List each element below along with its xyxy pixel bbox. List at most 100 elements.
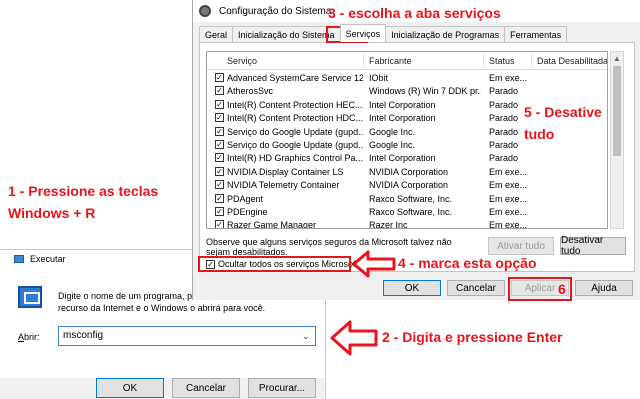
- service-name: Razer Game Manager: [227, 220, 317, 229]
- highlight-apply-button: [508, 277, 572, 301]
- service-status: Em exe...: [489, 193, 528, 204]
- service-name: NVIDIA Display Container LS: [227, 166, 344, 177]
- open-label: Abrir:: [18, 332, 40, 342]
- service-name: AtherosSvc: [227, 86, 274, 97]
- annotation-step4: 4 - marca esta opção: [398, 255, 537, 271]
- service-checkbox[interactable]: ✓: [215, 166, 224, 176]
- run-title: Executar: [30, 254, 66, 264]
- open-input[interactable]: msconfig: [58, 326, 316, 346]
- annotation-step2: 2 - Digita e pressione Enter: [382, 329, 563, 345]
- service-maker: Razer Inc: [369, 220, 408, 229]
- config-cancel-button[interactable]: Cancelar: [447, 280, 505, 296]
- column-header-maker[interactable]: Fabricante: [369, 56, 412, 66]
- service-maker: NVIDIA Corporation: [369, 166, 449, 177]
- service-name: Serviço do Google Update (gupd...: [227, 126, 363, 137]
- service-checkbox[interactable]: ✓: [215, 126, 224, 136]
- config-tabs: Geral Inicialização do Sistema Serviços …: [199, 24, 568, 42]
- chevron-down-icon[interactable]: ⌄: [302, 331, 310, 342]
- highlight-hide-microsoft: [198, 256, 351, 272]
- service-row[interactable]: ✓ PDAgent Raxco Software, Inc. Em exe...: [207, 192, 607, 206]
- service-name: Intel(R) Content Protection HDC...: [227, 113, 363, 124]
- run-buttons: OK Cancelar Procurar...: [0, 378, 325, 399]
- service-row[interactable]: ✓ PDEngine Raxco Software, Inc. Em exe...: [207, 205, 607, 219]
- service-name: Intel(R) HD Graphics Control Pa...: [227, 153, 363, 164]
- service-maker: Google Inc.: [369, 140, 416, 150]
- tab-servicos[interactable]: Serviços: [339, 24, 387, 42]
- service-status: Em exe...: [489, 207, 528, 217]
- config-title: Configuração do Sistema: [219, 5, 332, 17]
- run-app-icon: [14, 255, 24, 263]
- disable-all-button[interactable]: Desativar tudo: [560, 235, 626, 257]
- arrow-left-icon: [330, 320, 378, 356]
- run-program-icon: [18, 286, 42, 308]
- scrollbar-thumb[interactable]: [613, 66, 621, 156]
- open-label-text: brir:: [24, 332, 40, 342]
- service-name: PDAgent: [227, 193, 264, 204]
- service-row[interactable]: ✓ Intel(R) HD Graphics Control Pa... Intel…: [207, 151, 607, 165]
- config-ok-button[interactable]: OK: [383, 280, 441, 296]
- service-checkbox[interactable]: ✓: [215, 193, 224, 203]
- service-status: Em exe...: [489, 166, 528, 177]
- service-checkbox[interactable]: ✓: [215, 153, 224, 163]
- run-browse-button[interactable]: Procurar...: [248, 378, 316, 398]
- service-status: Em exe...: [489, 220, 528, 229]
- column-header-disabled-date[interactable]: Data Desabilitada: [537, 56, 607, 66]
- service-row[interactable]: ✓ NVIDIA Telemetry Container NVIDIA Corpor…: [207, 178, 607, 192]
- service-checkbox[interactable]: ✓: [215, 180, 224, 190]
- service-checkbox[interactable]: ✓: [215, 113, 224, 123]
- service-maker: Google Inc.: [369, 126, 416, 137]
- service-row[interactable]: ✓ Advanced SystemCare Service 12 IObit Em e…: [207, 71, 607, 85]
- service-checkbox[interactable]: ✓: [215, 220, 224, 228]
- service-name: PDEngine: [227, 207, 268, 217]
- tab-ferramentas[interactable]: Ferramentas: [504, 26, 568, 42]
- service-status: Parado: [489, 153, 519, 164]
- service-name: Serviço do Google Update (gupd...: [227, 140, 363, 150]
- column-header-service[interactable]: Serviço: [227, 56, 257, 66]
- services-panel: Serviço Fabricante Status Data Desabilit…: [199, 42, 635, 272]
- gear-icon: [199, 5, 211, 17]
- config-help-button[interactable]: Ajuda: [575, 280, 633, 296]
- service-name: Advanced SystemCare Service 12: [227, 73, 363, 83]
- run-ok-button[interactable]: OK: [96, 378, 164, 398]
- annotation-step3: 3 - escolha a aba serviços: [328, 5, 501, 21]
- services-list-header: Serviço Fabricante Status Data Desabilit…: [207, 52, 607, 70]
- run-description-line2: recurso da Internet e o Windows o abrirá…: [58, 303, 266, 313]
- annotation-step1-line1: 1 - Pressione as teclas: [8, 183, 159, 199]
- service-checkbox[interactable]: ✓: [215, 207, 224, 216]
- annotation-step5-line2: tudo: [524, 126, 555, 142]
- column-divider[interactable]: [531, 54, 532, 68]
- column-divider[interactable]: [483, 54, 484, 68]
- services-scrollbar[interactable]: ▲: [610, 51, 624, 229]
- annotation-step5-line1: 5 - Desative: [524, 104, 602, 120]
- tab-inicializacao-programas[interactable]: Inicialização de Programas: [385, 26, 506, 42]
- service-status: Em exe...: [489, 73, 528, 83]
- service-name: NVIDIA Telemetry Container: [227, 180, 340, 191]
- arrow-left-icon: [352, 250, 396, 278]
- service-checkbox[interactable]: ✓: [215, 86, 224, 96]
- service-checkbox[interactable]: ✓: [215, 99, 224, 109]
- column-divider[interactable]: [363, 54, 364, 68]
- service-maker: Raxco Software, Inc.: [369, 207, 453, 217]
- run-cancel-button[interactable]: Cancelar: [172, 378, 240, 398]
- service-status: Em exe...: [489, 180, 528, 191]
- service-checkbox[interactable]: ✓: [215, 140, 224, 149]
- service-maker: NVIDIA Corporation: [369, 180, 449, 191]
- scroll-up-icon[interactable]: ▲: [613, 54, 621, 63]
- annotation-step5: 5 - Desative tudo: [524, 101, 602, 145]
- service-name: Intel(R) Content Protection HEC...: [227, 99, 363, 110]
- service-row[interactable]: ✓ NVIDIA Display Container LS NVIDIA Corpo…: [207, 165, 607, 179]
- service-maker: Intel Corporation: [369, 99, 436, 110]
- tab-geral[interactable]: Geral: [199, 26, 234, 42]
- service-maker: Raxco Software, Inc.: [369, 193, 453, 204]
- service-maker: IObit: [369, 73, 389, 83]
- service-maker: Windows (R) Win 7 DDK pr...: [369, 86, 481, 97]
- annotation-step1: 1 - Pressione as teclas Windows + R: [8, 180, 158, 224]
- service-row[interactable]: ✓ AtherosSvc Windows (R) Win 7 DDK pr... Pa…: [207, 84, 607, 98]
- tab-inicializacao-sistema[interactable]: Inicialização do Sistema: [232, 26, 341, 42]
- service-checkbox[interactable]: ✓: [215, 73, 224, 82]
- service-row[interactable]: ✓ Razer Game Manager Razer Inc Em exe...: [207, 218, 607, 229]
- column-header-status[interactable]: Status: [489, 56, 515, 66]
- annotation-step1-line2: Windows + R: [8, 205, 96, 221]
- service-status: Parado: [489, 86, 519, 97]
- service-maker: Intel Corporation: [369, 113, 436, 124]
